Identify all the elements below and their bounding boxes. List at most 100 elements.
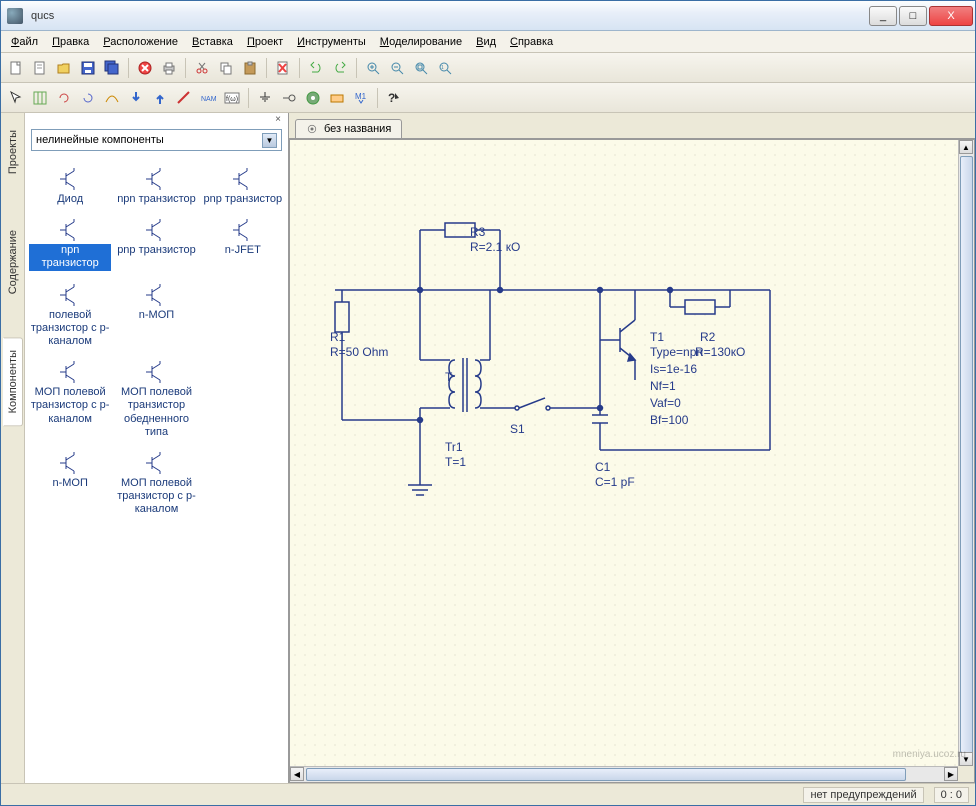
minimize-button[interactable]: _: [869, 6, 897, 26]
component-empty: [200, 522, 286, 534]
component-label: pnp транзистор: [204, 193, 283, 206]
zoom-in-button[interactable]: [362, 57, 384, 79]
menu-Вид[interactable]: Вид: [470, 34, 502, 50]
schematic-label: R=130кО: [695, 345, 745, 359]
menu-Проект[interactable]: Проект: [241, 34, 289, 50]
component-полевой транзистор с p-каналом[interactable]: полевой транзистор с p-каналом: [27, 277, 113, 355]
component-panel: × нелинейные компоненты ▼ Диодnpn транзи…: [25, 113, 289, 783]
app-body: Проекты Содержание Компоненты × нелинейные…: [1, 113, 975, 783]
component-symbol: [228, 167, 258, 191]
paste-button[interactable]: [239, 57, 261, 79]
component-МОП полевой транзистор с p-каналом[interactable]: МОП полевой транзистор с p-каналом: [27, 354, 113, 445]
zoom-fit-button[interactable]: [410, 57, 432, 79]
side-tab-Проекты[interactable]: Проекты: [3, 117, 23, 187]
port-tool[interactable]: [278, 87, 300, 109]
component-npn транзистор[interactable]: npn транзистор: [27, 212, 113, 276]
scrollbar-thumb[interactable]: [306, 768, 906, 781]
component-n-МОП[interactable]: n-МОП: [113, 277, 199, 355]
horizontal-scrollbar[interactable]: ◀ ▶: [290, 766, 958, 782]
schematic-label: R=2.1 кО: [470, 240, 520, 254]
redo-button[interactable]: [329, 57, 351, 79]
document-tab[interactable]: без названия: [295, 119, 402, 138]
menu-Справка[interactable]: Справка: [504, 34, 559, 50]
scroll-right-button[interactable]: ▶: [944, 767, 958, 781]
component-symbol: [55, 167, 85, 191]
schematic-label: Nf=1: [650, 379, 676, 393]
panel-close-icon[interactable]: ×: [272, 115, 284, 127]
open-button[interactable]: [53, 57, 75, 79]
document-tab-label: без названия: [324, 123, 391, 135]
separator: [185, 58, 186, 78]
equation-tool[interactable]: f(ω): [221, 87, 243, 109]
canvas[interactable]: R3R=2.1 кОR1R=50 OhmTTr1T=1S1C1C=1 pFT1R…: [289, 139, 975, 783]
menu-Моделирование[interactable]: Моделирование: [374, 34, 468, 50]
component-symbol: [141, 167, 171, 191]
component-category-combo[interactable]: нелинейные компоненты ▼: [31, 129, 282, 151]
schematic-label: R=50 Ohm: [330, 345, 388, 359]
delete-button[interactable]: [272, 57, 294, 79]
menu-Инструменты[interactable]: Инструменты: [291, 34, 372, 50]
new-file-button[interactable]: [5, 57, 27, 79]
select-tool[interactable]: [5, 87, 27, 109]
menu-Вставка[interactable]: Вставка: [186, 34, 239, 50]
mirror-x-tool[interactable]: [77, 87, 99, 109]
toolbar-main: 1: [1, 53, 975, 83]
zoom-out-button[interactable]: [386, 57, 408, 79]
print-button[interactable]: [158, 57, 180, 79]
cut-button[interactable]: [191, 57, 213, 79]
mirror-y-tool[interactable]: [101, 87, 123, 109]
zoom-1-1-button[interactable]: 1: [434, 57, 456, 79]
menu-Расположение[interactable]: Расположение: [97, 34, 184, 50]
rotate-tool[interactable]: [53, 87, 75, 109]
schematic-label: Bf=100: [650, 413, 688, 427]
document-tabs: без названия: [289, 113, 975, 139]
maximize-button[interactable]: □: [899, 6, 927, 26]
save-button[interactable]: [77, 57, 99, 79]
svg-text:?: ?: [388, 91, 395, 105]
help-tool[interactable]: ?: [383, 87, 405, 109]
dcbias-button[interactable]: [326, 87, 348, 109]
place-down-tool[interactable]: [125, 87, 147, 109]
scroll-left-button[interactable]: ◀: [290, 767, 304, 781]
titlebar: qucs _ □ X: [1, 1, 975, 31]
vertical-scrollbar[interactable]: ▲ ▼: [958, 140, 974, 766]
close-button[interactable]: X: [929, 6, 973, 26]
wire-tool[interactable]: [173, 87, 195, 109]
component-pnp транзистор[interactable]: pnp транзистор: [113, 212, 199, 276]
svg-text:M1: M1: [355, 92, 367, 101]
side-tabs: Проекты Содержание Компоненты: [1, 113, 25, 783]
schematic-label: R2: [700, 330, 715, 344]
component-n-МОП[interactable]: n-МОП: [27, 445, 113, 523]
component-npn транзистор[interactable]: npn транзистор: [113, 161, 199, 212]
canvas-inner: R3R=2.1 кОR1R=50 OhmTTr1T=1S1C1C=1 pFT1R…: [290, 140, 975, 783]
separator: [248, 88, 249, 108]
undo-button[interactable]: [305, 57, 327, 79]
menu-Правка[interactable]: Правка: [46, 34, 95, 50]
separator: [266, 58, 267, 78]
component-n-JFET[interactable]: n-JFET: [200, 212, 286, 276]
schematic-label: T: [445, 370, 452, 384]
menu-Файл[interactable]: Файл: [5, 34, 44, 50]
name-tool[interactable]: NAME: [197, 87, 219, 109]
scrollbar-thumb[interactable]: [960, 156, 973, 783]
save-all-button[interactable]: [101, 57, 123, 79]
component-pnp транзистор[interactable]: pnp транзистор: [200, 161, 286, 212]
close-doc-button[interactable]: [134, 57, 156, 79]
marker-button[interactable]: M1: [350, 87, 372, 109]
simulate-button[interactable]: [302, 87, 324, 109]
copy-button[interactable]: [215, 57, 237, 79]
app-window: qucs _ □ X ФайлПравкаРасположениеВставка…: [0, 0, 976, 806]
separator: [356, 58, 357, 78]
side-tab-Содержание[interactable]: Содержание: [3, 217, 23, 307]
new-doc-button[interactable]: [29, 57, 51, 79]
place-up-tool[interactable]: [149, 87, 171, 109]
component-Диод[interactable]: Диод: [27, 161, 113, 212]
side-tab-Компоненты[interactable]: Компоненты: [3, 337, 23, 426]
grid-tool[interactable]: [29, 87, 51, 109]
ground-tool[interactable]: [254, 87, 276, 109]
component-empty: [27, 522, 113, 534]
scroll-up-button[interactable]: ▲: [959, 140, 973, 154]
component-МОП полевой транзистор обедненного типа[interactable]: МОП полевой транзистор обедненного типа: [113, 354, 199, 445]
editor-area: без названия: [289, 113, 975, 783]
component-МОП полевой транзистор с p-каналом[interactable]: МОП полевой транзистор с p-каналом: [113, 445, 199, 523]
